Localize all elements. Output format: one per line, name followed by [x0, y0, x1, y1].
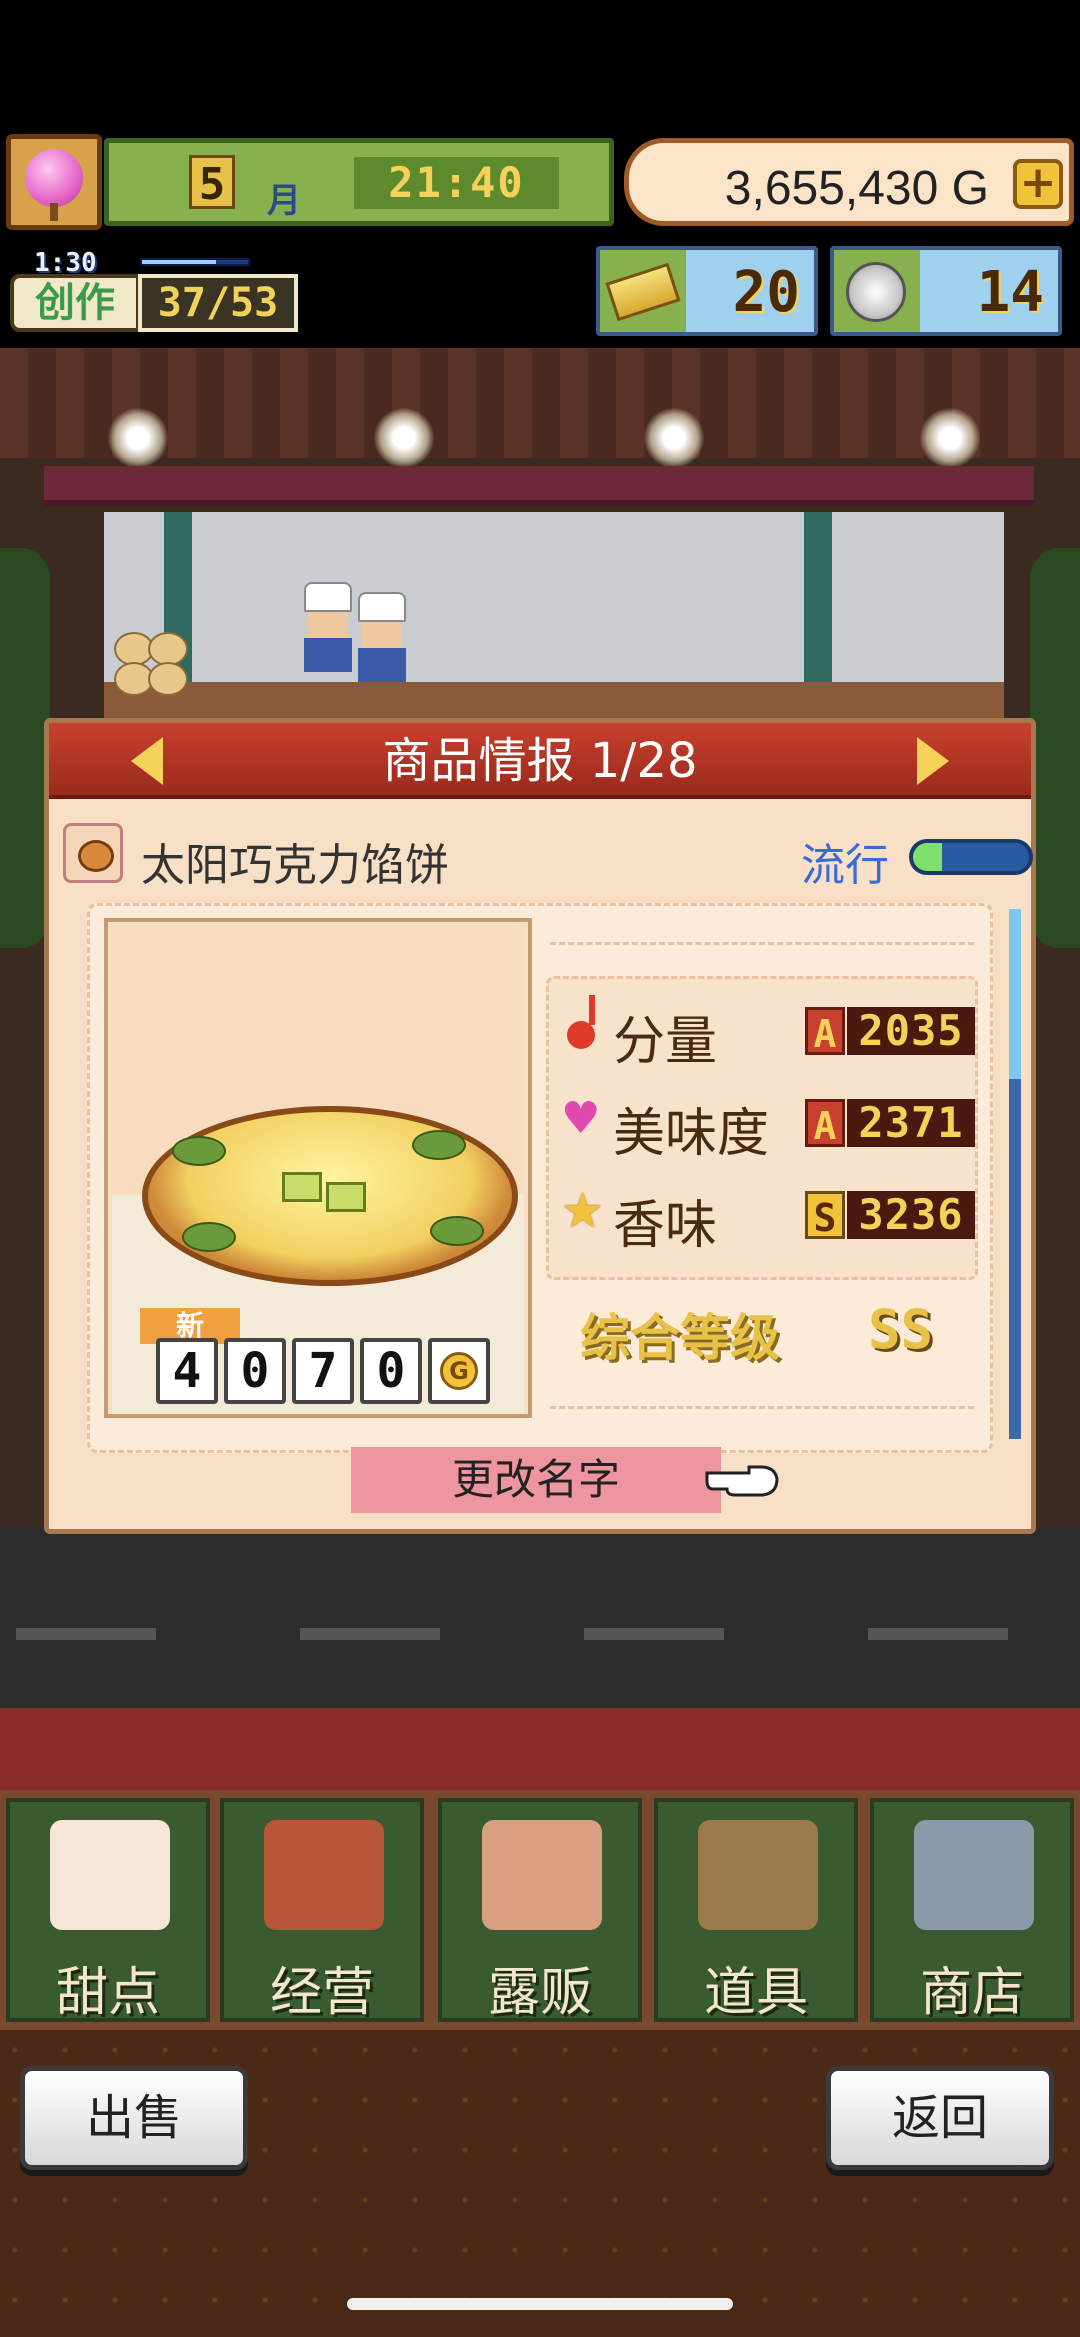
- sell-button[interactable]: 出售: [20, 2066, 248, 2170]
- chef-character[interactable]: [358, 592, 406, 682]
- stat-value: 2371: [847, 1099, 975, 1147]
- footer-bar: 出售 返回: [0, 2030, 1080, 2337]
- lamp-icon: [108, 408, 168, 468]
- gear-bag-icon: [698, 1820, 818, 1930]
- dialog-header: 商品情报 1/28: [49, 723, 1031, 799]
- create-label: 创作: [10, 274, 140, 332]
- shop-icon: [264, 1820, 384, 1930]
- home-indicator[interactable]: [347, 2298, 733, 2310]
- street: [0, 1528, 1080, 1728]
- menu-items[interactable]: 道具: [654, 1798, 858, 2023]
- medal-icon: [846, 262, 906, 322]
- music-note-icon: [567, 995, 595, 1049]
- next-product-arrow-icon[interactable]: [917, 737, 949, 785]
- carpet-strip: [0, 1708, 1080, 1798]
- menu-label: 道具: [703, 1963, 808, 2023]
- trend-label: 流行: [801, 840, 889, 891]
- stat-label: 美味度: [613, 1104, 770, 1164]
- scroll-thumb[interactable]: [1009, 909, 1021, 1079]
- lamp-icon: [920, 408, 980, 468]
- tree-right: [1030, 548, 1080, 948]
- shop-avatar[interactable]: [6, 134, 102, 230]
- shop-front: [104, 512, 1004, 742]
- rename-button[interactable]: 更改名字: [351, 1447, 721, 1513]
- create-count: 37/53: [138, 274, 298, 332]
- stat-row-taste: ♥ 美味度 A 2371: [557, 1079, 975, 1164]
- stat-value: 3236: [847, 1191, 975, 1239]
- create-status[interactable]: 1:30 创作 37/53: [10, 248, 298, 334]
- stat-grade: A: [805, 1099, 845, 1148]
- ticket-count: 20: [732, 260, 800, 325]
- menu-dessert[interactable]: 甜点: [6, 1798, 210, 2023]
- sakura-tree-icon: [25, 149, 83, 207]
- gold-display: 3,655,430 G +: [624, 138, 1074, 226]
- star-icon: ★: [561, 1183, 605, 1239]
- game-clock: 21:40: [354, 157, 559, 209]
- cart-icon: [914, 1820, 1034, 1930]
- add-gold-button[interactable]: +: [1013, 159, 1063, 209]
- month-number: 5: [189, 155, 235, 210]
- overall-rank-grade: SS: [868, 1298, 934, 1361]
- ticket-counter[interactable]: 20: [596, 246, 818, 336]
- product-info-dialog: 商品情报 1/28 太阳巧克力馅饼 流行 新 4 0 7 0 G 分量 A 20…: [44, 718, 1036, 1534]
- trend-meter: [909, 839, 1033, 875]
- pointing-hand-icon: [705, 1465, 779, 1497]
- menu-label: 露贩: [487, 1963, 592, 2023]
- pie-category-icon: [63, 823, 123, 883]
- product-name-row: 太阳巧克力馅饼 流行: [63, 817, 1033, 891]
- menu-label: 商店: [919, 1963, 1024, 2023]
- price-digit: 0: [224, 1338, 286, 1404]
- calendar-display: 5 月 21:40: [104, 138, 614, 226]
- create-progress-bar: [140, 258, 250, 266]
- price-digit: 7: [292, 1338, 354, 1404]
- tree-left: [0, 548, 50, 948]
- top-hud: 5 月 21:40 3,655,430 G + 1:30 创作 37/53 20…: [0, 128, 1080, 348]
- overall-rank-label: 综合等级: [580, 1309, 780, 1367]
- stat-label: 香味: [613, 1196, 718, 1256]
- stat-row-volume: 分量 A 2035: [557, 987, 975, 1072]
- dialog-title: 商品情报 1/28: [382, 733, 698, 789]
- chef-character[interactable]: [304, 582, 352, 672]
- ticket-icon: [605, 262, 681, 322]
- shop-awning: [44, 466, 1034, 506]
- menu-label: 甜点: [55, 1963, 160, 2023]
- product-name: 太阳巧克力馅饼: [141, 840, 449, 891]
- bread-icon: [148, 662, 188, 696]
- price-digit: 4: [156, 1338, 218, 1404]
- gold-coin-icon: G: [428, 1338, 490, 1404]
- price-display[interactable]: 4 0 7 0 G: [156, 1338, 490, 1404]
- menu-food-truck[interactable]: 露贩: [438, 1798, 642, 2023]
- stat-grade: A: [805, 1007, 845, 1056]
- cake-icon: [50, 1820, 170, 1930]
- detail-scrollbar[interactable]: [1009, 909, 1021, 1439]
- stat-value: 2035: [847, 1007, 975, 1055]
- product-picture: 新 4 0 7 0 G: [104, 918, 532, 1418]
- month-label: 月: [267, 181, 301, 221]
- medal-count: 14: [976, 260, 1044, 325]
- lamp-icon: [374, 408, 434, 468]
- gold-amount: 3,655,430 G: [724, 162, 989, 215]
- stat-label: 分量: [613, 1012, 718, 1072]
- food-truck-icon: [482, 1820, 602, 1930]
- stat-grade: S: [805, 1191, 845, 1240]
- stats-box: 分量 A 2035 ♥ 美味度 A 2371 ★ 香味 S 3236: [546, 976, 978, 1280]
- menu-store[interactable]: 商店: [870, 1798, 1074, 2023]
- stat-row-aroma: ★ 香味 S 3236: [557, 1171, 975, 1256]
- bread-icon: [148, 632, 188, 666]
- medal-counter[interactable]: 14: [830, 246, 1062, 336]
- menu-label: 经营: [269, 1963, 374, 2023]
- menu-management[interactable]: 经营: [220, 1798, 424, 2023]
- price-digit: 0: [360, 1338, 422, 1404]
- main-menu-bar: 甜点 经营 露贩 道具 商店: [0, 1790, 1080, 2030]
- prev-product-arrow-icon[interactable]: [131, 737, 163, 785]
- back-button[interactable]: 返回: [826, 2066, 1054, 2170]
- heart-icon: ♥: [561, 1093, 601, 1144]
- product-detail-panel: 新 4 0 7 0 G 分量 A 2035 ♥ 美味度 A 2371 ★ 香味 …: [87, 903, 993, 1453]
- lamp-icon: [644, 408, 704, 468]
